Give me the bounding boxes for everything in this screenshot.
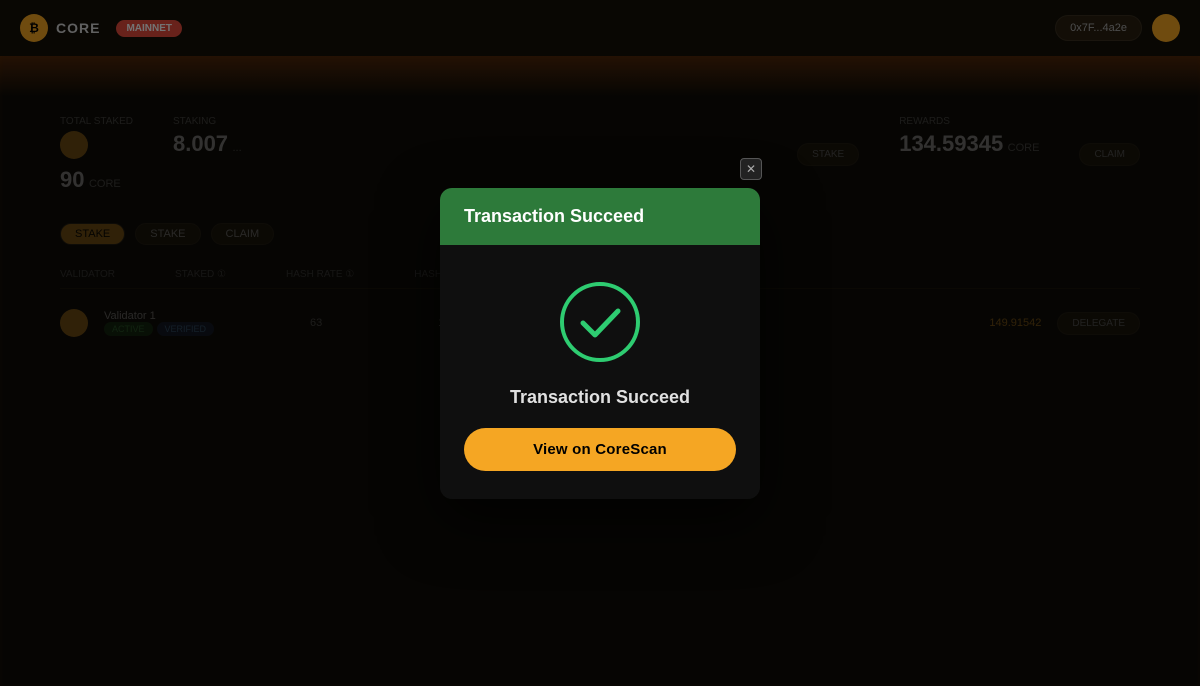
success-icon [555, 277, 645, 367]
modal-body: Transaction Succeed View on CoreScan [440, 245, 760, 499]
modal-container: ✕ Transaction Succeed Transaction Succee… [440, 188, 760, 499]
close-icon: ✕ [746, 162, 756, 176]
transaction-modal: Transaction Succeed Transaction Succeed … [440, 188, 760, 499]
close-button[interactable]: ✕ [740, 158, 762, 180]
modal-overlay: ✕ Transaction Succeed Transaction Succee… [0, 0, 1200, 686]
modal-title: Transaction Succeed [464, 206, 644, 226]
modal-header: Transaction Succeed [440, 188, 760, 245]
corescan-button[interactable]: View on CoreScan [464, 428, 736, 471]
success-text: Transaction Succeed [510, 387, 690, 408]
